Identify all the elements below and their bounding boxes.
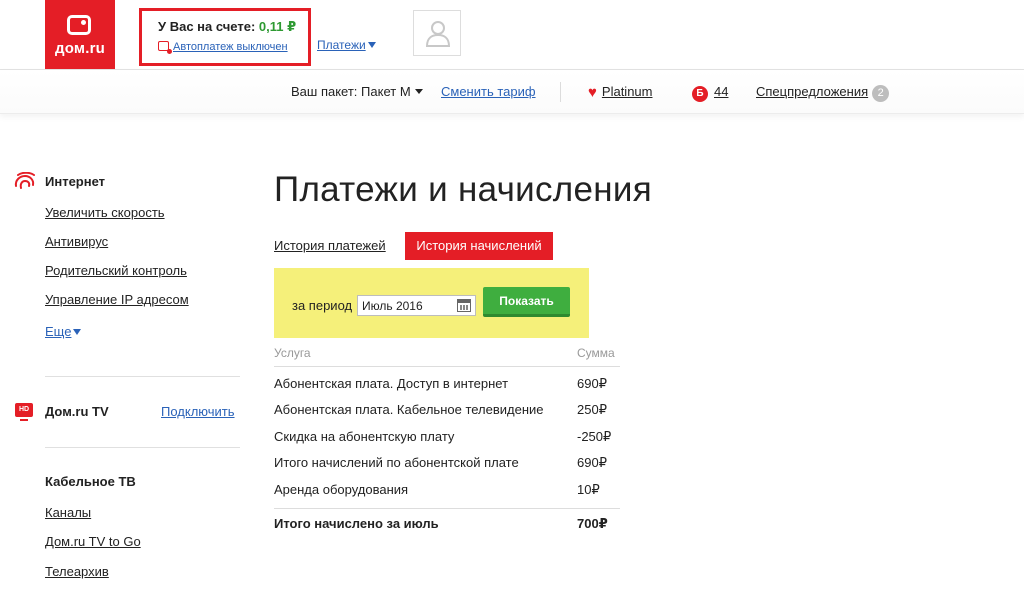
bonus-icon: Б [692, 86, 708, 102]
package-value: Пакет M [361, 84, 411, 99]
table-divider [274, 508, 620, 509]
table-cell-amount: 10₽ [577, 482, 600, 497]
period-label: за период [292, 298, 353, 313]
special-offers-link[interactable]: Спецпредложения 2 [756, 84, 890, 102]
subbar-divider [560, 82, 561, 102]
sidebar-divider [45, 447, 240, 448]
sidebar-more-label: Еще [45, 324, 72, 339]
logo[interactable]: дом.ru [45, 0, 115, 70]
tv-hd-icon: HD [15, 403, 33, 421]
tab-charges-history[interactable]: История начислений [405, 232, 553, 260]
table-cell-service: Итого начислений по абонентской плате [274, 455, 519, 470]
sidebar-internet-title: Интернет [45, 174, 106, 189]
sidebar-item-antivirus[interactable]: Антивирус [45, 234, 108, 249]
tv-connect-link[interactable]: Подключить [161, 404, 235, 419]
logo-icon [67, 15, 91, 35]
logo-text: дом.ru [55, 40, 105, 57]
package-label: Ваш пакет: [291, 84, 358, 99]
table-header-service: Услуга [274, 346, 311, 360]
table-divider [274, 366, 620, 367]
table-cell-amount: 690₽ [577, 376, 607, 391]
balance-label: У Вас на счете: [158, 19, 256, 34]
chevron-down-icon [73, 329, 82, 335]
heart-icon: ♥ [588, 84, 597, 101]
calendar-icon[interactable] [457, 299, 471, 312]
table-header-amount: Сумма [577, 346, 615, 360]
avatar[interactable] [413, 10, 461, 56]
table-cell-service: Абонентская плата. Кабельное телевидение [274, 402, 544, 417]
platinum-link[interactable]: ♥ Platinum [588, 84, 652, 101]
sidebar-item-parental-control[interactable]: Родительский контроль [45, 263, 187, 278]
sidebar-tv-title: Дом.ru TV [45, 404, 109, 419]
sidebar-item-channels[interactable]: Каналы [45, 505, 91, 520]
internet-icon [14, 172, 35, 189]
caret-down-icon [414, 89, 423, 94]
sidebar-divider [45, 376, 240, 377]
table-cell-amount: 250₽ [577, 402, 607, 417]
table-cell-service: Абонентская плата. Доступ в интернет [274, 376, 509, 391]
page-title: Платежи и начисления [274, 170, 652, 209]
payments-label: Платежи [317, 38, 366, 52]
platinum-label: Platinum [601, 84, 653, 99]
table-total-amount: 700₽ [577, 516, 608, 531]
sidebar-item-tv-to-go[interactable]: Дом.ru TV to Go [45, 534, 141, 549]
sidebar-cable-title: Кабельное ТВ [45, 474, 136, 489]
table-cell-service: Скидка на абонентскую плату [274, 429, 455, 444]
package-selector[interactable]: Ваш пакет: Пакет M [291, 84, 423, 99]
balance-box: У Вас на счете: 0,11 ₽ Автоплатеж выключ… [139, 8, 311, 66]
account-bar: Ваш пакет: Пакет M Сменить тариф ♥ Platin… [0, 70, 1024, 114]
payments-dropdown[interactable]: Платежи [317, 38, 376, 52]
user-icon [425, 21, 451, 47]
table-cell-amount: -250₽ [577, 429, 612, 444]
table-cell-amount: 690₽ [577, 455, 607, 470]
bonus-link[interactable]: Б 44 [692, 84, 728, 102]
sidebar-item-increase-speed[interactable]: Увеличить скорость [45, 205, 165, 220]
balance-amount: 0,11 ₽ [258, 19, 297, 34]
sidebar-more-link[interactable]: Еще [45, 324, 82, 339]
sidebar-item-ip-management[interactable]: Управление IP адресом [45, 292, 189, 307]
special-offers-count-badge: 2 [872, 85, 890, 102]
bonus-count: 44 [714, 84, 729, 99]
show-button[interactable]: Показать [483, 287, 570, 317]
autopay-label: Автоплатеж выключен [173, 41, 288, 53]
sidebar-item-tv-archive[interactable]: Телеархив [45, 564, 109, 579]
autopay-link[interactable]: Автоплатеж выключен [158, 41, 288, 54]
period-filter: за период Показать [274, 268, 589, 338]
table-cell-service: Аренда оборудования [274, 482, 409, 497]
tab-payment-history[interactable]: История платежей [274, 238, 386, 253]
special-offers-label: Спецпредложения [756, 84, 869, 99]
change-tariff-link[interactable]: Сменить тариф [441, 84, 536, 99]
table-total-label: Итого начислено за июль [274, 516, 439, 531]
chevron-down-icon [367, 42, 376, 48]
balance-line: У Вас на счете: 0,11 ₽ [158, 19, 296, 35]
autopay-icon [158, 41, 172, 54]
